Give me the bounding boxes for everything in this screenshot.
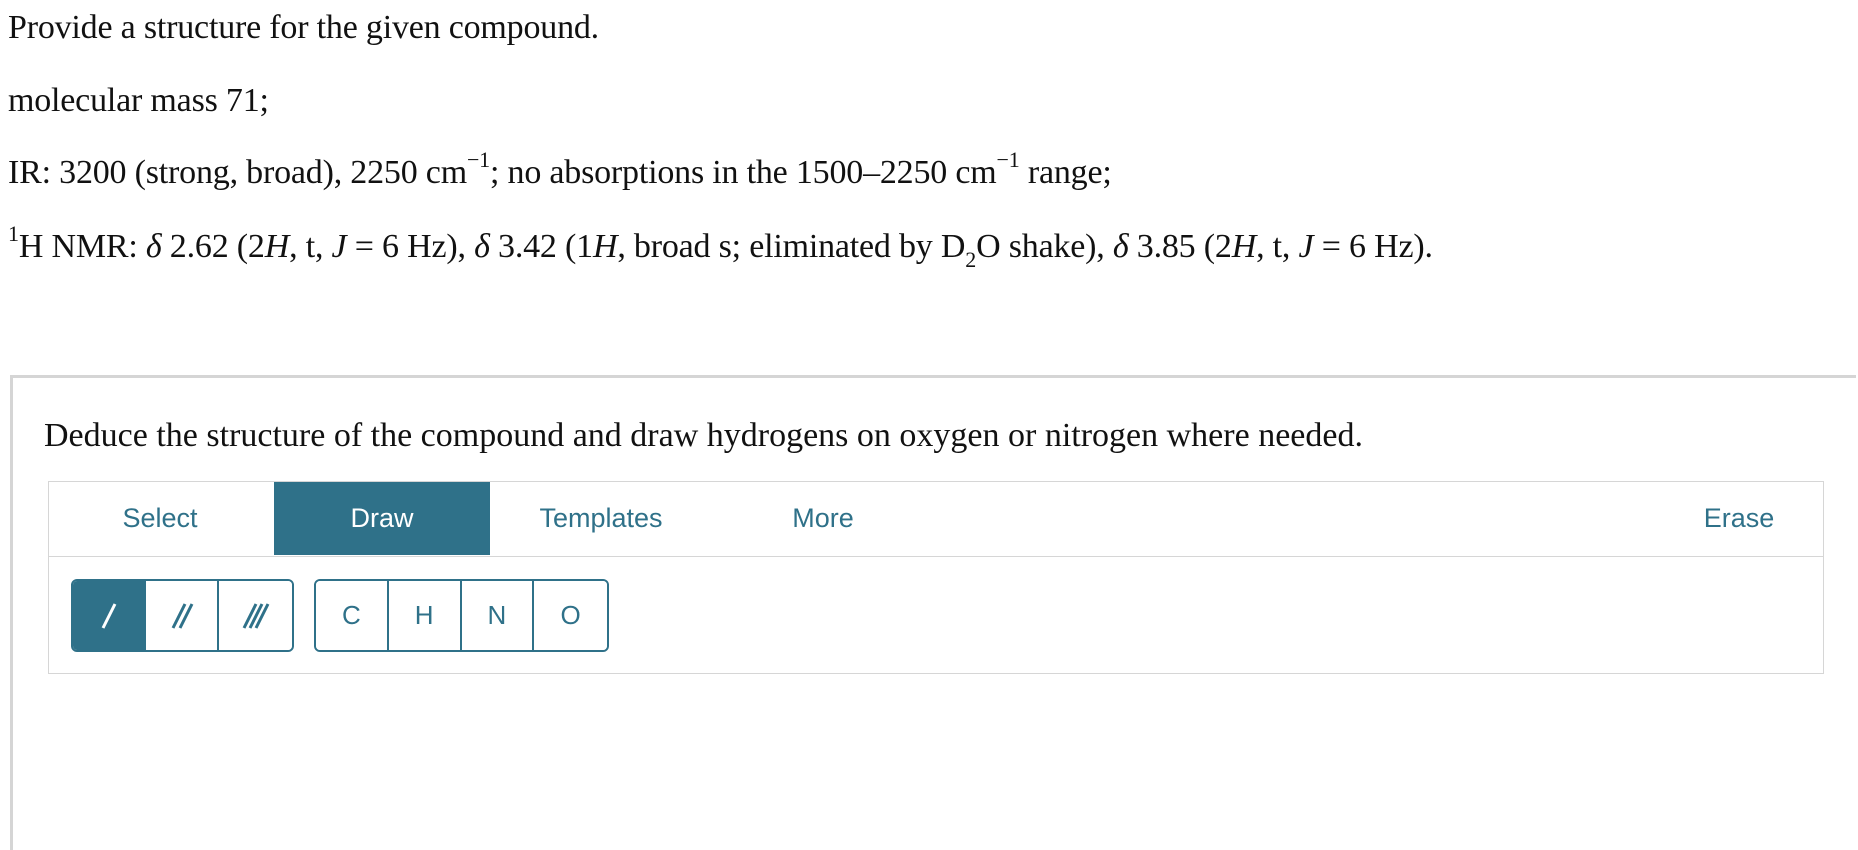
more-tab[interactable]: More <box>712 482 934 555</box>
molecular-mass: molecular mass 71; <box>8 82 269 119</box>
atom-n-button[interactable]: N <box>461 581 535 650</box>
nmr-text-d: = 6 Hz), <box>346 228 475 265</box>
ir-text-2: ; no absorptions in the 1500–2250 cm <box>489 154 997 191</box>
double-bond-icon <box>171 602 193 629</box>
nmr-text-e: 3.42 (1 <box>489 228 593 265</box>
nmr-text-a: H NMR: <box>18 228 146 265</box>
atom-tool-group: C H N O <box>314 579 609 652</box>
ir-data: IR: 3200 (strong, broad), 2250 cm−1; no … <box>8 148 1112 193</box>
atom-o-button[interactable]: O <box>534 581 607 650</box>
atom-h-button[interactable]: H <box>388 581 462 650</box>
nmr-text-f: , broad s; eliminated by D <box>617 228 966 265</box>
triple-bond-button[interactable] <box>219 581 292 650</box>
nmr-j-1: J <box>331 228 347 265</box>
nmr-h-2: H <box>592 228 618 265</box>
single-bond-icon <box>101 602 116 629</box>
ir-text-3: range; <box>1019 154 1112 191</box>
double-bond-button[interactable] <box>146 581 219 650</box>
question-prompt: Provide a structure for the given compou… <box>8 9 599 46</box>
nmr-superscript: 1 <box>8 220 19 246</box>
templates-tab[interactable]: Templates <box>490 482 712 555</box>
instruction-text: Deduce the structure of the compound and… <box>44 417 1363 454</box>
editor-toolbar: Select Draw Templates More Erase <box>49 482 1823 557</box>
draw-tab[interactable]: Draw <box>274 482 490 555</box>
single-bond-button[interactable] <box>73 581 146 650</box>
nmr-h-1: H <box>264 228 290 265</box>
nmr-text-c: , t, <box>289 228 332 265</box>
nmr-subscript: 2 <box>965 246 977 272</box>
nmr-text-g: O shake), <box>976 228 1113 265</box>
nmr-text-h: 3.85 (2 <box>1128 228 1232 265</box>
select-tab[interactable]: Select <box>49 482 271 555</box>
ir-text-1: IR: 3200 (strong, broad), 2250 cm <box>8 154 467 191</box>
erase-button[interactable]: Erase <box>1659 482 1819 555</box>
ir-superscript-1: −1 <box>466 146 490 172</box>
triple-bond-icon <box>242 602 269 629</box>
nmr-j-2: J <box>1298 228 1314 265</box>
nmr-h-3: H <box>1231 228 1257 265</box>
nmr-delta-3: δ <box>1112 228 1129 265</box>
nmr-delta-1: δ <box>145 228 162 265</box>
atom-c-button[interactable]: C <box>316 581 389 650</box>
nmr-text-i: , t, <box>1256 228 1299 265</box>
structure-editor: Select Draw Templates More Erase C H N O <box>48 481 1824 674</box>
nmr-text-b: 2.62 (2 <box>161 228 265 265</box>
nmr-delta-2: δ <box>474 228 490 265</box>
ir-superscript-2: −1 <box>996 146 1020 172</box>
nmr-text-j: = 6 Hz). <box>1313 228 1433 265</box>
nmr-data: 1H NMR: δ 2.62 (2H, t, J = 6 Hz), δ 3.42… <box>8 222 1433 270</box>
bond-tool-group <box>71 579 294 652</box>
